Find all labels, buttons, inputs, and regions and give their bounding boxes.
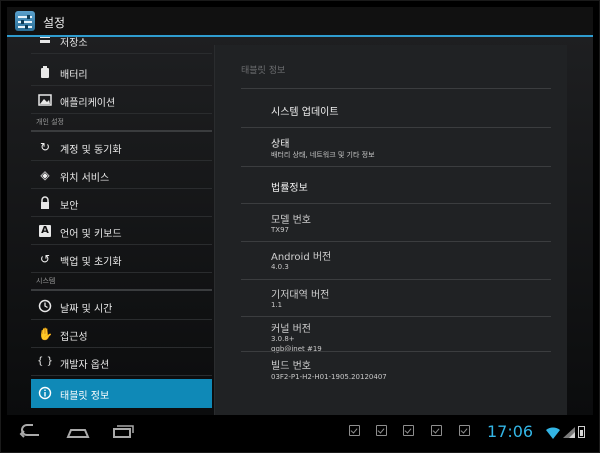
battery-status-icon bbox=[578, 426, 585, 438]
pref-title: 기저대역 버전 bbox=[271, 290, 330, 301]
pref-title: 빌드 번호 bbox=[271, 361, 311, 372]
clock-icon bbox=[38, 299, 52, 313]
sidebar-item-label: 배터리 bbox=[60, 70, 88, 81]
pref-value: 1.1 bbox=[271, 301, 283, 309]
location-icon: ◈ bbox=[40, 168, 50, 182]
pref-value: 4.0.3 bbox=[271, 263, 289, 271]
pref-build-number[interactable]: 빌드 번호 03F2-P1-H2-H01-1905.20120407 bbox=[215, 352, 567, 388]
pref-title: 상태 bbox=[271, 139, 290, 150]
section-header-label: 개인 설정 bbox=[36, 118, 64, 126]
settings-sidebar: 저장소 배터리 애플리케이션 개인 설정 ↻ 계정 및 동기화 ◈ 위치 서비스… bbox=[31, 37, 212, 415]
pref-status[interactable]: 상태 배터리 상태, 네트워크 및 기타 정보 bbox=[215, 128, 567, 166]
pref-model-number: 모델 번호 TX97 bbox=[215, 204, 567, 241]
pref-title: 시스템 업데이트 bbox=[271, 107, 339, 118]
slider-knob bbox=[21, 20, 24, 24]
sidebar-item-label: 태블릿 정보 bbox=[60, 391, 110, 402]
pref-android-version[interactable]: Android 버전 4.0.3 bbox=[215, 242, 567, 279]
battery-icon bbox=[38, 65, 52, 79]
slider-knob bbox=[27, 15, 30, 19]
sidebar-item-backup-reset[interactable]: ↺ 백업 및 초기화 bbox=[31, 246, 212, 273]
sidebar-item-label: 백업 및 초기화 bbox=[60, 257, 122, 268]
action-bar: 설정 bbox=[7, 7, 593, 37]
sidebar-item-label: 계정 및 동기화 bbox=[60, 145, 122, 156]
notification-icon[interactable] bbox=[403, 425, 414, 436]
home-button[interactable] bbox=[65, 421, 91, 441]
pref-legal-info[interactable]: 법률정보 bbox=[215, 167, 567, 203]
detail-panel: 태블릿 정보 시스템 업데이트 상태 배터리 상태, 네트워크 및 기타 정보 … bbox=[214, 45, 567, 415]
pref-baseband-version: 기저대역 버전 1.1 bbox=[215, 280, 567, 316]
hand-icon: ✋ bbox=[38, 327, 53, 341]
pref-value: 3.0.8+ bbox=[271, 335, 295, 343]
section-header-personal: 개인 설정 bbox=[31, 116, 212, 132]
sidebar-item-storage[interactable]: 저장소 bbox=[31, 37, 212, 54]
sidebar-item-about-tablet[interactable]: 태블릿 정보 bbox=[31, 379, 212, 408]
sidebar-item-developer-options[interactable]: { } 개발자 옵션 bbox=[31, 349, 212, 376]
sidebar-item-security[interactable]: 보안 bbox=[31, 190, 212, 217]
pref-title: 커널 버전 bbox=[271, 324, 311, 335]
settings-app-icon[interactable] bbox=[15, 11, 35, 31]
sidebar-item-label: 저장소 bbox=[60, 38, 88, 49]
sidebar-item-accounts-sync[interactable]: ↻ 계정 및 동기화 bbox=[31, 134, 212, 161]
pref-subtitle: 배터리 상태, 네트워크 및 기타 정보 bbox=[271, 151, 375, 159]
pref-system-update[interactable]: 시스템 업데이트 bbox=[215, 89, 567, 127]
app-title: 설정 bbox=[43, 16, 66, 30]
keyboard-icon: A bbox=[39, 225, 51, 237]
pref-title: Android 버전 bbox=[271, 252, 332, 263]
detail-title: 태블릿 정보 bbox=[241, 66, 286, 76]
recent-apps-button[interactable] bbox=[111, 421, 135, 441]
notification-icon[interactable] bbox=[349, 425, 360, 436]
status-clock[interactable]: 17:06 bbox=[487, 422, 533, 441]
sidebar-item-label: 언어 및 키보드 bbox=[60, 229, 122, 240]
lock-icon bbox=[38, 196, 52, 210]
slider-knob bbox=[25, 25, 28, 29]
notification-icon[interactable] bbox=[431, 425, 442, 436]
info-icon bbox=[38, 386, 52, 400]
sidebar-item-location[interactable]: ◈ 위치 서비스 bbox=[31, 162, 212, 189]
sidebar-item-label: 애플리케이션 bbox=[60, 98, 116, 109]
section-header-system: 시스템 bbox=[31, 275, 212, 291]
backup-icon: ↺ bbox=[39, 252, 51, 266]
sidebar-item-label: 날짜 및 시간 bbox=[60, 304, 113, 315]
wifi-icon bbox=[546, 427, 560, 439]
home-icon bbox=[66, 429, 90, 438]
sidebar-item-label: 위치 서비스 bbox=[60, 173, 110, 184]
sidebar-item-battery[interactable]: 배터리 bbox=[31, 59, 212, 86]
system-bar: 17:06 bbox=[7, 415, 593, 447]
pref-value: TX97 bbox=[271, 226, 289, 234]
back-icon bbox=[19, 424, 39, 438]
sidebar-item-date-time[interactable]: 날짜 및 시간 bbox=[31, 293, 212, 320]
signal-icon bbox=[563, 427, 575, 438]
screenshot-frame: 설정 저장소 배터리 애플리케이션 개인 설정 ↻ 계정 및 동기화 ◈ 위치 … bbox=[0, 0, 600, 453]
storage-icon bbox=[38, 37, 52, 47]
sidebar-item-label: 개발자 옵션 bbox=[60, 360, 110, 371]
sidebar-item-label: 보안 bbox=[60, 201, 79, 212]
tablet-screen: 설정 저장소 배터리 애플리케이션 개인 설정 ↻ 계정 및 동기화 ◈ 위치 … bbox=[7, 7, 593, 447]
section-header-label: 시스템 bbox=[36, 277, 56, 285]
main-area: 저장소 배터리 애플리케이션 개인 설정 ↻ 계정 및 동기화 ◈ 위치 서비스… bbox=[7, 37, 593, 415]
notification-icon[interactable] bbox=[376, 425, 387, 436]
notification-icon[interactable] bbox=[459, 425, 470, 436]
sidebar-item-label: 접근성 bbox=[60, 332, 88, 343]
sync-icon: ↻ bbox=[39, 140, 51, 154]
pref-value: 03F2-P1-H2-H01-1905.20120407 bbox=[271, 373, 387, 381]
sidebar-item-apps[interactable]: 애플리케이션 bbox=[31, 87, 212, 114]
back-button[interactable] bbox=[19, 421, 43, 441]
pref-title: 법률정보 bbox=[271, 183, 308, 194]
sidebar-item-language-keyboard[interactable]: A 언어 및 키보드 bbox=[31, 218, 212, 245]
sidebar-item-accessibility[interactable]: ✋ 접근성 bbox=[31, 321, 212, 348]
braces-icon: { } bbox=[37, 356, 53, 367]
battery-level bbox=[580, 430, 583, 436]
recent-apps-icon bbox=[113, 425, 134, 438]
apps-icon bbox=[38, 93, 52, 107]
pref-title: 모델 번호 bbox=[271, 215, 311, 226]
